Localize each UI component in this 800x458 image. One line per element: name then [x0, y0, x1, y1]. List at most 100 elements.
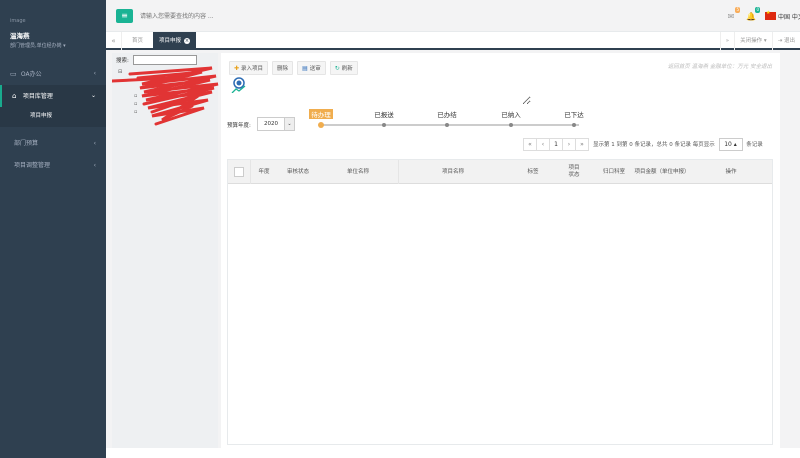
tree-node-icon[interactable]: ⊟ — [118, 69, 122, 75]
step-label: 已办结 — [437, 111, 457, 119]
column-header-unit-name[interactable]: 单位名称 — [318, 160, 398, 184]
logout-label: 退出 — [783, 38, 795, 44]
tree-search-input[interactable] — [133, 55, 197, 65]
pagination-suffix: 条记录 — [746, 142, 763, 148]
column-header-amount[interactable]: 项目金额（单位申报） — [634, 160, 690, 184]
next-page-button[interactable]: › — [562, 138, 576, 151]
sidebar-item-label: 项目调整管理 — [14, 162, 51, 169]
tree-node-icon[interactable]: ▫ — [134, 93, 137, 99]
column-header-project-name[interactable]: 项目名称 — [398, 160, 508, 184]
column-header-review-status[interactable]: 审核状态 — [278, 160, 318, 184]
mail-count-badge: 5 — [735, 6, 740, 13]
close-icon[interactable]: × — [184, 38, 191, 44]
prev-page-button[interactable]: ‹ — [536, 138, 550, 151]
language-selector[interactable]: 中国 中文 — [778, 12, 800, 21]
delete-button[interactable]: 删除 — [272, 61, 294, 75]
column-header-tags[interactable]: 标签 — [508, 160, 558, 184]
step-submitted[interactable]: 已报送 — [364, 109, 404, 127]
refresh-label: 刷新 — [341, 66, 353, 72]
header-hint-text: 返回首页 温海燕 金融单位：万元 安全退出 — [667, 64, 772, 70]
step-dot — [572, 123, 576, 127]
column-header-year[interactable]: 年度 — [250, 160, 278, 184]
step-dot — [445, 123, 449, 127]
sidebar-item-project-library[interactable]: ⌂ 项目库管理 ⌄ — [0, 85, 106, 107]
home-icon: ⌂ — [12, 92, 17, 100]
tab-home[interactable]: 首页 — [126, 32, 149, 50]
refresh-button[interactable]: ↻ 刷新 — [329, 61, 358, 75]
close-tabs-dropdown[interactable]: 关闭操作 ▾ — [734, 32, 772, 50]
budget-year-value: 2020 — [264, 121, 278, 127]
sidebar-item-label: 项目库管理 — [22, 93, 53, 100]
notification-count-badge: 0 — [755, 6, 760, 13]
sidebar-item-department-budget[interactable]: 部门预算 ‹ — [0, 133, 106, 155]
tab-bar: « 首页 项目申报 × » 关闭操作 ▾ ⇥ 退出 — [106, 32, 800, 50]
submit-icon: ▤ — [302, 64, 308, 72]
column-header-actions: 操作 — [725, 168, 737, 175]
chevron-down-icon: ⌄ — [284, 118, 294, 130]
sidebar-item-project-adjustment[interactable]: 项目调整管理 ‹ — [0, 155, 106, 177]
first-page-button[interactable]: « — [523, 138, 537, 151]
step-dot — [318, 122, 324, 128]
tree-node-icon[interactable]: ▫ — [134, 109, 137, 115]
budget-year-label: 预算年度: — [227, 123, 251, 129]
sidebar: image 温海燕 部门管理员,单位经办岗 ▾ ▭ OA办公 ‹ ⌂ 项目库管理… — [0, 0, 106, 458]
desktop-icon: ▭ — [10, 70, 17, 78]
top-bar: ≡ ✉ 5 🔔 0 中国 中文 — [106, 0, 800, 32]
step-label: 已下达 — [564, 111, 584, 119]
bell-icon: 🔔 — [746, 11, 756, 21]
tab-label: 项目申报 — [159, 38, 182, 44]
step-issued[interactable]: 已下达 — [554, 109, 594, 127]
page-size-select[interactable]: 10 ▴ — [718, 138, 743, 151]
sidebar-item-project-declaration[interactable]: 项目申报 — [0, 107, 106, 127]
step-label: 已纳入 — [501, 111, 521, 119]
tab-project-declaration[interactable]: 项目申报 × — [153, 32, 197, 50]
step-included[interactable]: 已纳入 — [491, 109, 531, 127]
step-dot — [382, 123, 386, 127]
add-project-label: 录入项目 — [241, 66, 264, 72]
mail-button[interactable]: ✉ 5 — [721, 6, 741, 21]
step-label: 待办理 — [309, 109, 333, 119]
pagination-summary: 显示第 1 到第 0 条记录，总共 0 条记录 每页显示 — [593, 142, 715, 148]
main-panel: ✚ 录入项目 删除 ▤ 送审 ↻ 刷新 返回首页 温海燕 金融单位：万元 安全退出 待… — [221, 53, 780, 448]
tree-panel: 搜索: ⊟ ▫ ▫ ▫ — [112, 53, 218, 448]
project-table: 年度 审核状态 单位名称 项目名称 标签 项目状态 归口科室 项目金额（单位申报… — [227, 159, 773, 445]
tab-actions: » 关闭操作 ▾ ⇥ 退出 — [719, 32, 800, 50]
menu-toggle-button[interactable]: ≡ — [116, 9, 133, 23]
delete-label: 删除 — [277, 66, 289, 72]
user-role-dropdown[interactable]: 部门管理员,单位经办岗 ▾ — [10, 42, 106, 49]
column-header-department[interactable]: 归口科室 — [594, 160, 634, 184]
top-icons: ✉ 5 🔔 0 中国 中文 — [721, 6, 800, 23]
sidebar-item-oa[interactable]: ▭ OA办公 ‹ — [0, 63, 106, 85]
table-header: 年度 审核状态 单位名称 项目名称 标签 项目状态 归口科室 项目金额（单位申报… — [228, 160, 772, 184]
tree-node-icon[interactable]: ▫ — [134, 101, 137, 107]
sidebar-nav: ▭ OA办公 ‹ ⌂ 项目库管理 ⌄ 项目申报 部门预算 ‹ 项目调整管理 ‹ — [0, 63, 106, 177]
remarks-textarea[interactable] — [303, 75, 531, 105]
chevron-left-icon: ‹ — [93, 162, 96, 169]
search-input[interactable] — [140, 9, 360, 23]
logout-button[interactable]: ⇥ 退出 — [771, 32, 800, 50]
submit-review-button[interactable]: ▤ 送审 — [297, 61, 326, 75]
step-completed[interactable]: 已办结 — [427, 109, 467, 127]
tab-scroll-left-button[interactable]: « — [106, 32, 122, 50]
refresh-icon: ↻ — [334, 64, 340, 72]
tab-scroll-right-button[interactable]: » — [719, 32, 734, 50]
bottom-strip — [106, 448, 800, 458]
pagination: « ‹ 1 › » 显示第 1 到第 0 条记录，总共 0 条记录 每页显示 1… — [523, 138, 763, 151]
notification-button[interactable]: 🔔 0 — [741, 6, 761, 21]
sidebar-item-label: OA办公 — [20, 71, 42, 78]
chevron-left-icon: ‹ — [93, 70, 96, 77]
step-pending[interactable]: 待办理 — [301, 109, 341, 128]
last-page-button[interactable]: » — [575, 138, 589, 151]
column-header-project-status[interactable]: 项目状态 — [566, 160, 582, 184]
sidebar-item-label: 部门预算 — [14, 140, 39, 147]
toolbar: ✚ 录入项目 删除 ▤ 送审 ↻ 刷新 — [229, 61, 358, 75]
user-name[interactable]: 温海燕 — [10, 30, 106, 40]
china-flag-icon[interactable] — [765, 10, 776, 20]
add-project-button[interactable]: ✚ 录入项目 — [229, 61, 269, 75]
select-all-checkbox[interactable] — [234, 167, 244, 177]
add-icon: ✚ — [234, 64, 240, 72]
budget-year-select[interactable]: 2020 ⌄ — [257, 117, 295, 131]
profile-image: image — [10, 18, 26, 24]
step-label: 已报送 — [374, 111, 394, 119]
page-1-button[interactable]: 1 — [549, 138, 563, 151]
